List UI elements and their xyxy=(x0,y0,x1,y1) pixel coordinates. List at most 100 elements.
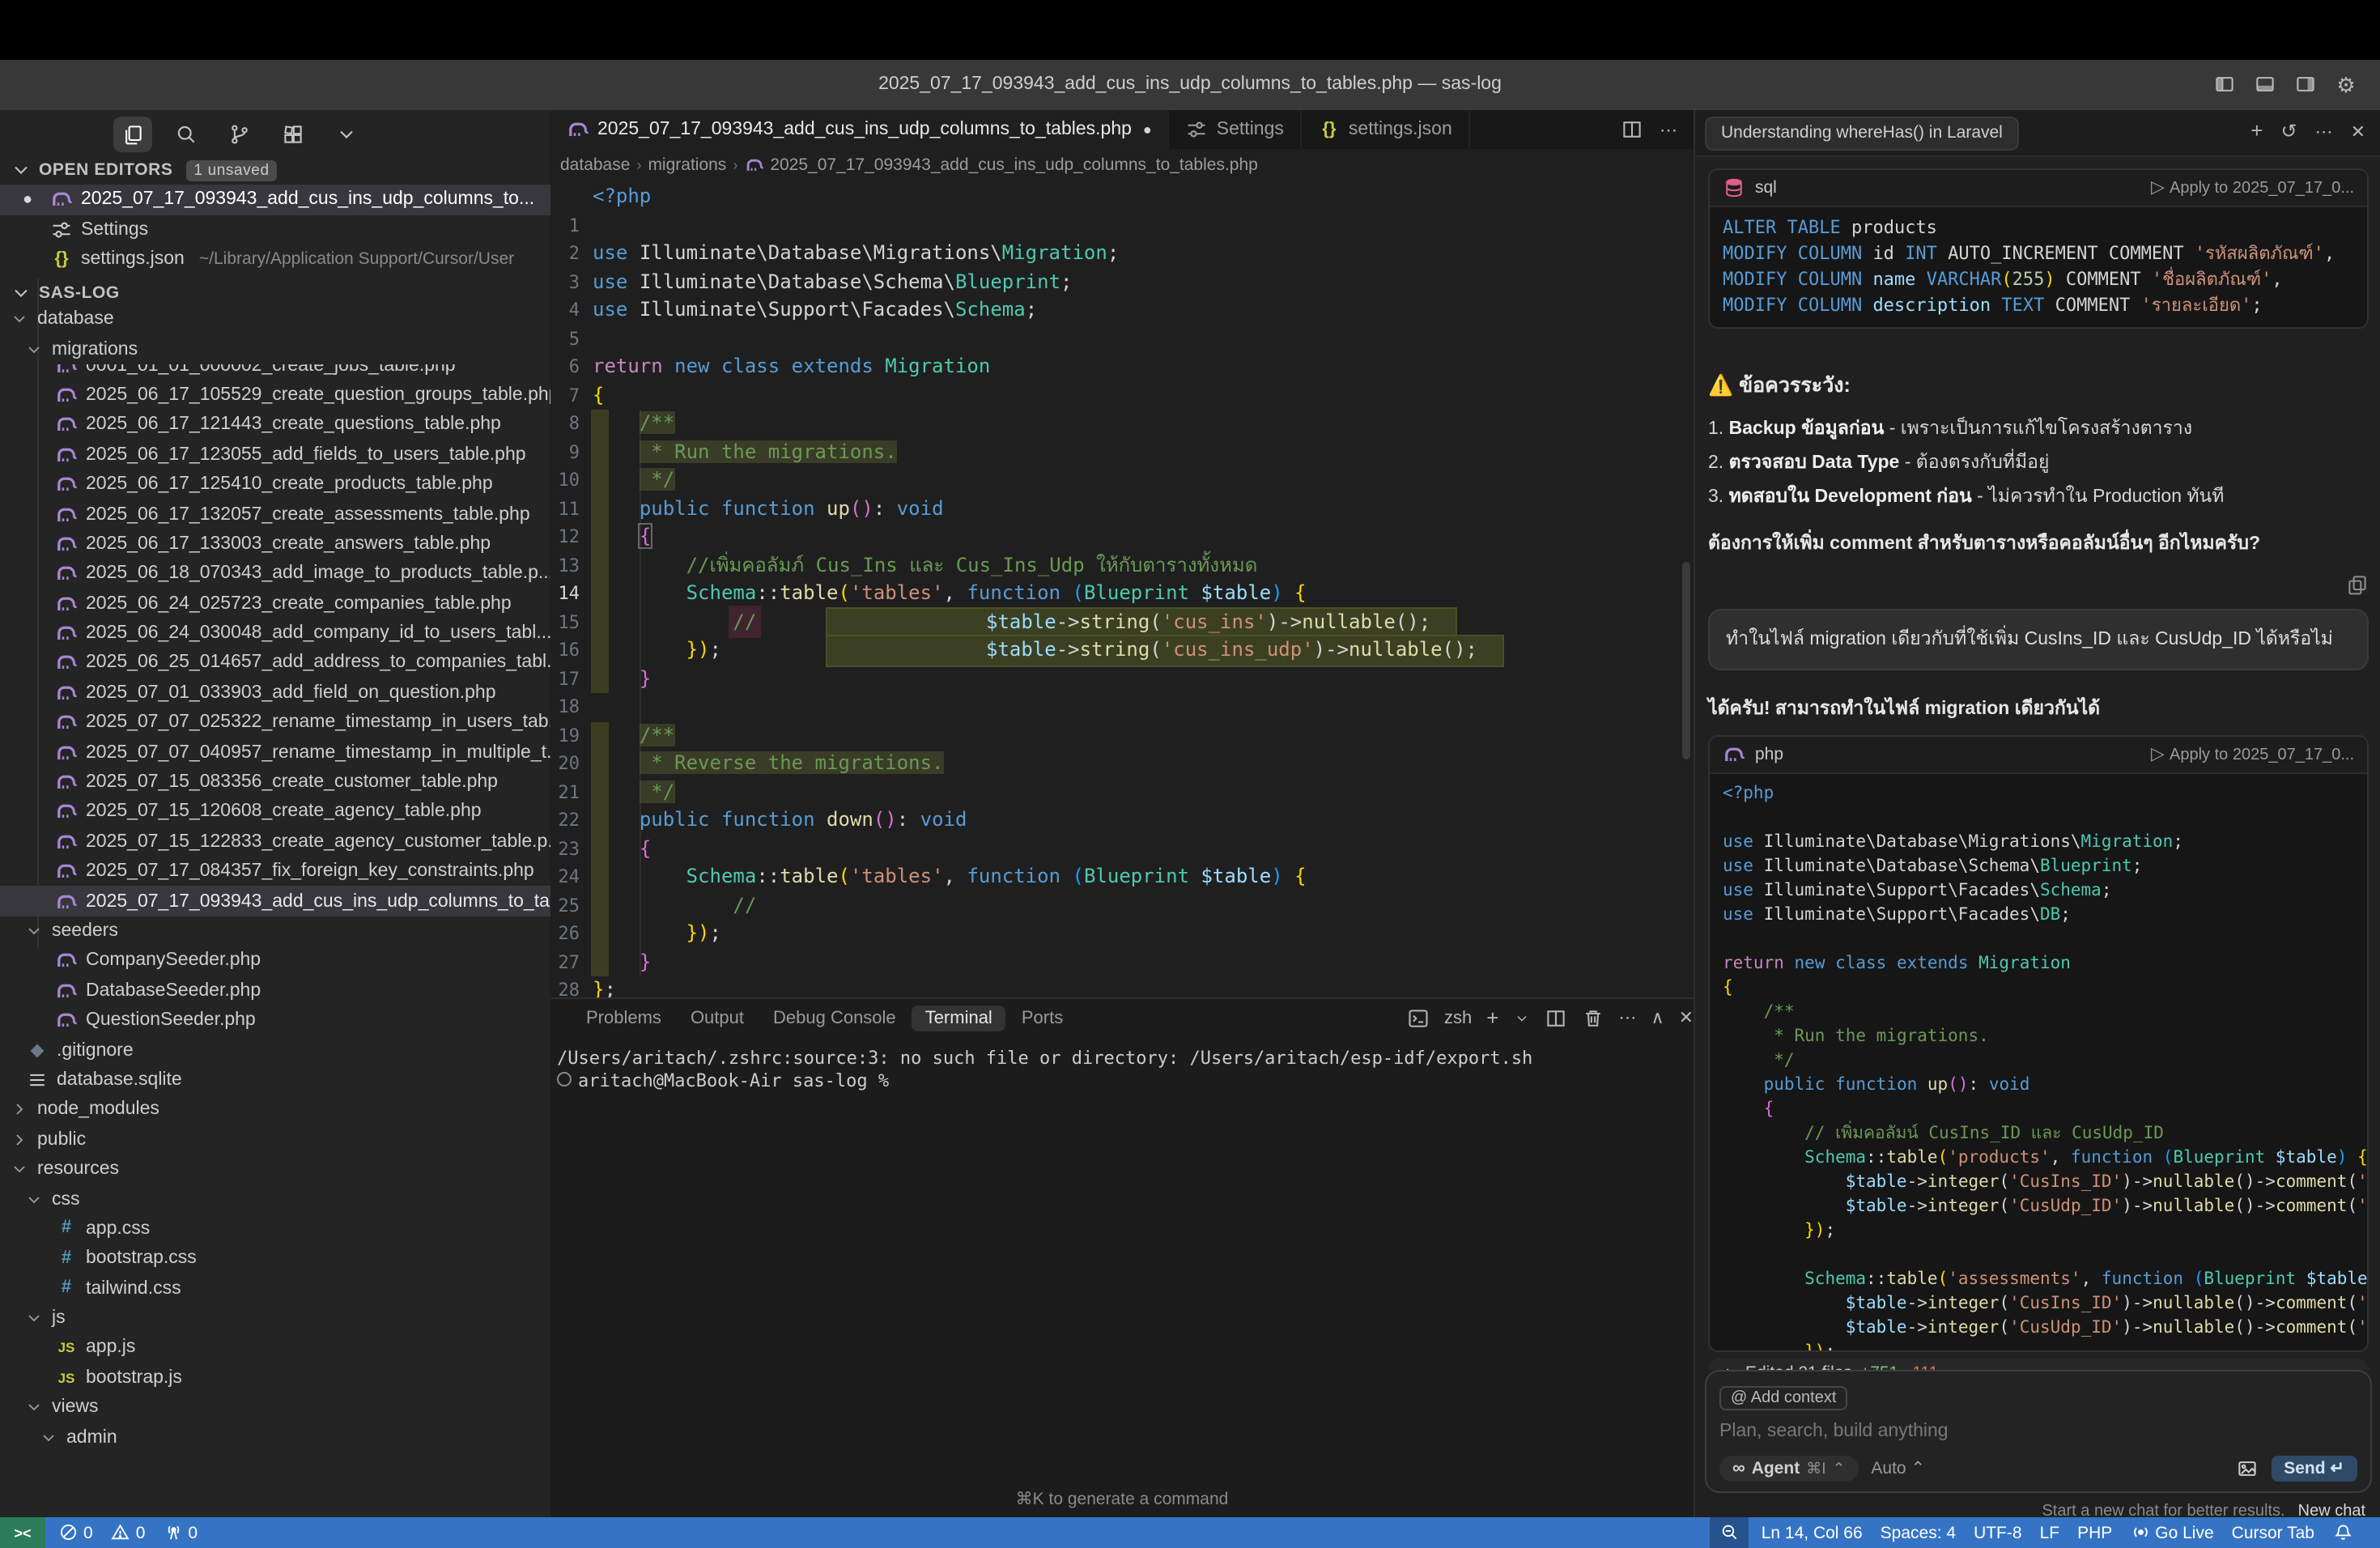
copy-icon[interactable] xyxy=(2346,573,2369,596)
terminal-output[interactable]: /Users/aritach/.zshrc:source:3: no such … xyxy=(557,1048,1532,1093)
tree-item-companyseeder.php[interactable]: CompanySeeder.php xyxy=(0,946,550,976)
chat-close-icon[interactable]: ✕ xyxy=(2351,120,2365,142)
chat-input-placeholder[interactable]: Plan, search, build anything xyxy=(1719,1422,2357,1441)
tree-item-2025_07_17_084357_fix_foreign_key_constraints.php[interactable]: 2025_07_17_084357_fix_foreign_key_constr… xyxy=(0,857,550,887)
status-cursor-tab[interactable]: Cursor Tab xyxy=(2232,1523,2314,1542)
status-bell[interactable] xyxy=(2332,1523,2352,1543)
tree-item-2025_06_24_025723_create_companies_table.php[interactable]: 2025_06_24_025723_create_companies_table… xyxy=(0,589,550,619)
tree-item-node_modules[interactable]: node_modules xyxy=(0,1095,550,1125)
editor-tab[interactable]: 2025_07_17_093943_add_cus_ins_udp_column… xyxy=(550,110,1170,149)
send-button[interactable]: Send ↵ xyxy=(2271,1456,2357,1482)
model-selector[interactable]: Auto ⌃ xyxy=(1871,1459,1925,1478)
split-editor-icon[interactable] xyxy=(1621,118,1643,141)
status-warning[interactable]: 0 xyxy=(111,1523,146,1543)
chat-plus-icon[interactable]: + xyxy=(2250,120,2263,142)
breadcrumb[interactable]: database›migrations›2025_07_17_093943_ad… xyxy=(550,149,1703,180)
open-editor-item[interactable]: Settings xyxy=(0,215,550,245)
tree-item-migrations[interactable]: migrations xyxy=(0,334,550,364)
tree-item-2025_06_17_125410_create_products_table.php[interactable]: 2025_06_17_125410_create_products_table.… xyxy=(0,470,550,500)
shell-label[interactable]: zsh xyxy=(1444,1009,1472,1028)
open-editor-item[interactable]: {} settings.json ~/Library/Application S… xyxy=(0,245,550,274)
tree-item-tailwind.css[interactable]: # tailwind.css xyxy=(0,1274,550,1303)
tree-item-app.css[interactable]: # app.css xyxy=(0,1214,550,1244)
terminal-prompt[interactable]: aritach@MacBook-Air sas-log % xyxy=(557,1070,1532,1093)
image-attach-icon[interactable] xyxy=(2235,1457,2258,1480)
status-spaces-4[interactable]: Spaces: 4 xyxy=(1881,1523,1956,1542)
tree-item-database[interactable]: database xyxy=(0,304,550,334)
titlebar[interactable]: 2025_07_17_093943_add_cus_ins_udp_column… xyxy=(0,60,2380,112)
panel-tab-ports[interactable]: Ports xyxy=(1009,1006,1076,1031)
editor-tab[interactable]: Settings xyxy=(1170,110,1302,149)
more-actions-icon[interactable]: ⋯ xyxy=(1660,115,1677,144)
new-chat-link[interactable]: New chat xyxy=(2298,1503,2365,1517)
settings-gear-icon[interactable]: ⚙ xyxy=(2335,73,2357,96)
code-editor[interactable]: 1 <?php 2 3 use Illuminate\Database\Migr… xyxy=(550,183,1694,997)
tree-item-css[interactable]: css xyxy=(0,1184,550,1214)
tree-item-admin[interactable]: admin xyxy=(0,1423,550,1452)
status-lf[interactable]: LF xyxy=(2040,1523,2060,1542)
status-utf-8[interactable]: UTF-8 xyxy=(1974,1523,2022,1542)
status-go-live[interactable]: Go Live xyxy=(2130,1523,2213,1543)
tree-item-2025_07_17_093943_add_cus_ins_udp_columns_to_ta...[interactable]: 2025_07_17_093943_add_cus_ins_udp_column… xyxy=(0,887,550,916)
chat-history-icon[interactable]: ↺ xyxy=(2280,120,2297,142)
chat-input-box[interactable]: @ Add context Plan, search, build anythi… xyxy=(1705,1370,2372,1493)
tree-item-2025_07_01_033903_add_field_on_question.php[interactable]: 2025_07_01_033903_add_field_on_question.… xyxy=(0,678,550,708)
tree-item-2025_07_15_083356_create_customer_table.php[interactable]: 2025_07_15_083356_create_customer_table.… xyxy=(0,768,550,797)
panel-tab-output[interactable]: Output xyxy=(678,1006,757,1031)
tree-item-bootstrap.css[interactable]: # bootstrap.css xyxy=(0,1244,550,1274)
tree-item-2025_06_24_030048_add_company_id_to_users_tabl...[interactable]: 2025_06_24_030048_add_company_id_to_user… xyxy=(0,619,550,649)
activity-chevron-down-button[interactable] xyxy=(327,117,366,152)
layout-sidebar-right-icon[interactable] xyxy=(2294,73,2317,96)
panel-tab-problems[interactable]: Problems xyxy=(573,1006,674,1031)
tree-item-app.js[interactable]: JS app.js xyxy=(0,1333,550,1363)
tree-item-2025_06_17_121443_create_questions_table.php[interactable]: 2025_06_17_121443_create_questions_table… xyxy=(0,410,550,440)
tree-item-2025_06_25_014657_add_address_to_companies_tabl...[interactable]: 2025_06_25_014657_add_address_to_compani… xyxy=(0,649,550,678)
tree-item-public[interactable]: public xyxy=(0,1125,550,1155)
panel-tab-terminal[interactable]: Terminal xyxy=(912,1006,1005,1031)
tree-item-js[interactable]: js xyxy=(0,1303,550,1333)
status-tower[interactable]: 0 xyxy=(163,1523,198,1543)
agent-mode-selector[interactable]: ∞Agent ⌘I⌃ xyxy=(1719,1456,1858,1482)
activity-extensions-button[interactable] xyxy=(274,117,312,152)
tree-item-2025_06_17_123055_add_fields_to_users_table.php[interactable]: 2025_06_17_123055_add_fields_to_users_ta… xyxy=(0,440,550,470)
tree-item-database.sqlite[interactable]: database.sqlite xyxy=(0,1065,550,1095)
tree-item-bootstrap.js[interactable]: JS bootstrap.js xyxy=(0,1363,550,1393)
tree-item-resources[interactable]: resources xyxy=(0,1155,550,1184)
ai-ghost-suggestion[interactable]: $table->string('cus_ins_udp')->nullable(… xyxy=(826,635,1504,666)
editor-scrollbar[interactable] xyxy=(1682,562,1690,759)
status-php[interactable]: PHP xyxy=(2077,1523,2112,1542)
tree-item-0001_01_01_000002_create_jobs_table.php[interactable]: 0001_01_01_000002_create_jobs_table.php xyxy=(0,364,550,381)
breadcrumb-segment[interactable]: 2025_07_17_093943_add_cus_ins_udp_column… xyxy=(770,155,1258,174)
panel-tab-debug-console[interactable]: Debug Console xyxy=(760,1006,909,1031)
tree-item-2025_07_07_025322_rename_timestamp_in_users_tab...[interactable]: 2025_07_07_025322_rename_timestamp_in_us… xyxy=(0,708,550,738)
close-panel-icon[interactable]: ✕ xyxy=(1679,1009,1694,1028)
tree-item-2025_07_15_122833_create_agency_customer_table.p...[interactable]: 2025_07_15_122833_create_agency_customer… xyxy=(0,827,550,857)
tree-item-2025_06_17_105529_create_question_groups_table.php[interactable]: 2025_06_17_105529_create_question_groups… xyxy=(0,381,550,410)
tree-item-2025_07_07_040957_rename_timestamp_in_multiple_t...[interactable]: 2025_07_07_040957_rename_timestamp_in_mu… xyxy=(0,738,550,768)
tree-item-views[interactable]: views xyxy=(0,1393,550,1423)
chat-ellipsis-icon[interactable]: ⋯ xyxy=(2315,120,2333,142)
status-ln-14-col-66[interactable]: Ln 14, Col 66 xyxy=(1762,1523,1863,1542)
activity-files-button[interactable] xyxy=(113,117,152,152)
ai-ghost-suggestion[interactable]: $table->string('cus_ins')->nullable(); xyxy=(826,606,1457,638)
tree-item-2025_06_18_070343_add_image_to_products_table.p...[interactable]: 2025_06_18_070343_add_image_to_products_… xyxy=(0,559,550,589)
edited-files-summary[interactable]: Edited 21 files +751-111 xyxy=(1708,1359,2369,1370)
open-editor-item[interactable]: ● 2025_07_17_093943_add_cus_ins_udp_colu… xyxy=(0,185,550,215)
chat-tab[interactable]: Understanding whereHas() in Laravel xyxy=(1705,117,2019,151)
activity-git-branch-button[interactable] xyxy=(220,117,259,152)
tree-item-.gitignore[interactable]: .gitignore xyxy=(0,1036,550,1065)
breadcrumb-segment[interactable]: database xyxy=(560,155,630,174)
status-error[interactable]: 0 xyxy=(58,1523,93,1543)
tree-item-seeders[interactable]: seeders xyxy=(0,916,550,946)
layout-sidebar-left-icon[interactable] xyxy=(2213,73,2236,96)
layout-panel-bottom-icon[interactable] xyxy=(2254,73,2276,96)
editor-tab[interactable]: {}settings.json xyxy=(1302,110,1470,149)
tree-item-2025_06_17_133003_create_answers_table.php[interactable]: 2025_06_17_133003_create_answers_table.p… xyxy=(0,529,550,559)
add-context-button[interactable]: @ Add context xyxy=(1719,1386,1847,1410)
terminal-dropdown-icon[interactable] xyxy=(1513,1007,1529,1030)
activity-search-button[interactable] xyxy=(167,117,206,152)
tree-item-2025_06_17_132057_create_assessments_table.php[interactable]: 2025_06_17_132057_create_assessments_tab… xyxy=(0,500,550,529)
status-zoom-icon[interactable] xyxy=(1710,1517,1749,1548)
split-terminal-icon[interactable] xyxy=(1544,1007,1566,1030)
maximize-panel-icon[interactable]: ∧ xyxy=(1651,1009,1664,1028)
